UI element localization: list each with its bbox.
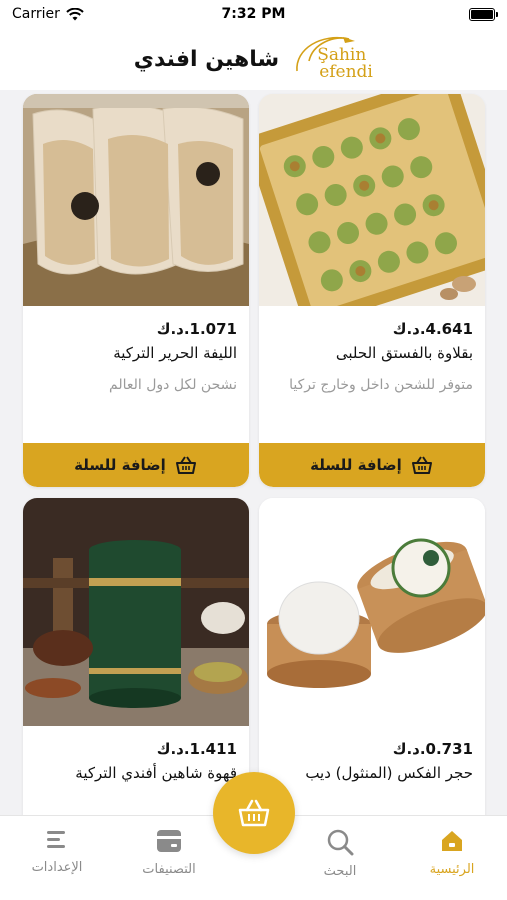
product-info: 1.071.د.ك الليفة الحرير التركية نشحن لكل…	[23, 306, 249, 395]
product-name: الليفة الحرير التركية	[113, 344, 237, 362]
product-card[interactable]: 4.641.د.ك بقلاوة بالفستق الحلبى متوفر لل…	[259, 94, 485, 487]
tab-settings[interactable]: الإعدادات	[7, 828, 107, 875]
tab-settings-label: الإعدادات	[31, 860, 83, 875]
product-price: 4.641.د.ك	[392, 320, 473, 338]
search-icon	[327, 829, 354, 856]
product-price: 0.731.د.ك	[392, 740, 473, 758]
product-image-coffee	[23, 498, 249, 726]
product-card[interactable]: 0.731.د.ك حجر الفكس (المنثول) ديب	[259, 498, 485, 815]
product-info: 4.641.د.ك بقلاوة بالفستق الحلبى متوفر لل…	[259, 306, 485, 395]
add-to-cart-button[interactable]: إضافة للسلة	[259, 443, 485, 487]
product-image-loofah	[23, 94, 249, 306]
add-to-cart-button[interactable]: إضافة للسلة	[23, 443, 249, 487]
brand-logo: Şahin efendi	[291, 31, 373, 87]
app-header: شاهين افندي Şahin efendi	[0, 28, 507, 90]
product-name: قهوة شاهين أفندي التركية	[75, 764, 237, 782]
basket-icon	[411, 456, 432, 474]
tab-search-label: البحث	[323, 864, 357, 879]
product-info: 0.731.د.ك حجر الفكس (المنثول) ديب	[259, 726, 485, 782]
product-grid: 4.641.د.ك بقلاوة بالفستق الحلبى متوفر لل…	[0, 90, 507, 815]
product-card[interactable]: 1.071.د.ك الليفة الحرير التركية نشحن لكل…	[23, 94, 249, 487]
product-info: 1.411.د.ك قهوة شاهين أفندي التركية	[23, 726, 249, 782]
product-name: حجر الفكس (المنثول) ديب	[305, 764, 473, 782]
tab-home[interactable]: الرئيسية	[402, 828, 502, 877]
battery-icon	[469, 7, 498, 21]
product-note: متوفر للشحن داخل وخارج تركيا	[289, 377, 473, 393]
cart-fab-button[interactable]	[213, 772, 295, 854]
tab-categories[interactable]: التصنيفات	[119, 828, 219, 877]
product-card[interactable]: 1.411.د.ك قهوة شاهين أفندي التركية	[23, 498, 249, 815]
add-to-cart-label: إضافة للسلة	[310, 456, 402, 474]
settings-icon	[47, 831, 65, 848]
page-title: شاهين افندي	[133, 46, 280, 72]
basket-icon	[238, 799, 270, 827]
clock: 7:32 PM	[221, 6, 286, 22]
status-bar: Carrier 7:32 PM	[0, 0, 507, 28]
product-image-baklava	[259, 94, 485, 306]
tab-home-label: الرئيسية	[429, 862, 475, 877]
product-price: 1.411.د.ك	[156, 740, 237, 758]
tab-search[interactable]: البحث	[290, 828, 390, 879]
categories-icon	[157, 830, 181, 852]
carrier-label: Carrier	[12, 6, 60, 22]
product-note: نشحن لكل دول العالم	[109, 377, 237, 393]
logo-line2: efendi	[319, 62, 373, 82]
product-image-alum-stone	[259, 498, 485, 726]
add-to-cart-label: إضافة للسلة	[74, 456, 166, 474]
home-icon	[442, 831, 462, 851]
product-price: 1.071.د.ك	[156, 320, 237, 338]
product-name: بقلاوة بالفستق الحلبى	[335, 344, 473, 362]
wifi-icon	[66, 7, 84, 20]
tab-categories-label: التصنيفات	[142, 862, 196, 877]
basket-icon	[175, 456, 196, 474]
